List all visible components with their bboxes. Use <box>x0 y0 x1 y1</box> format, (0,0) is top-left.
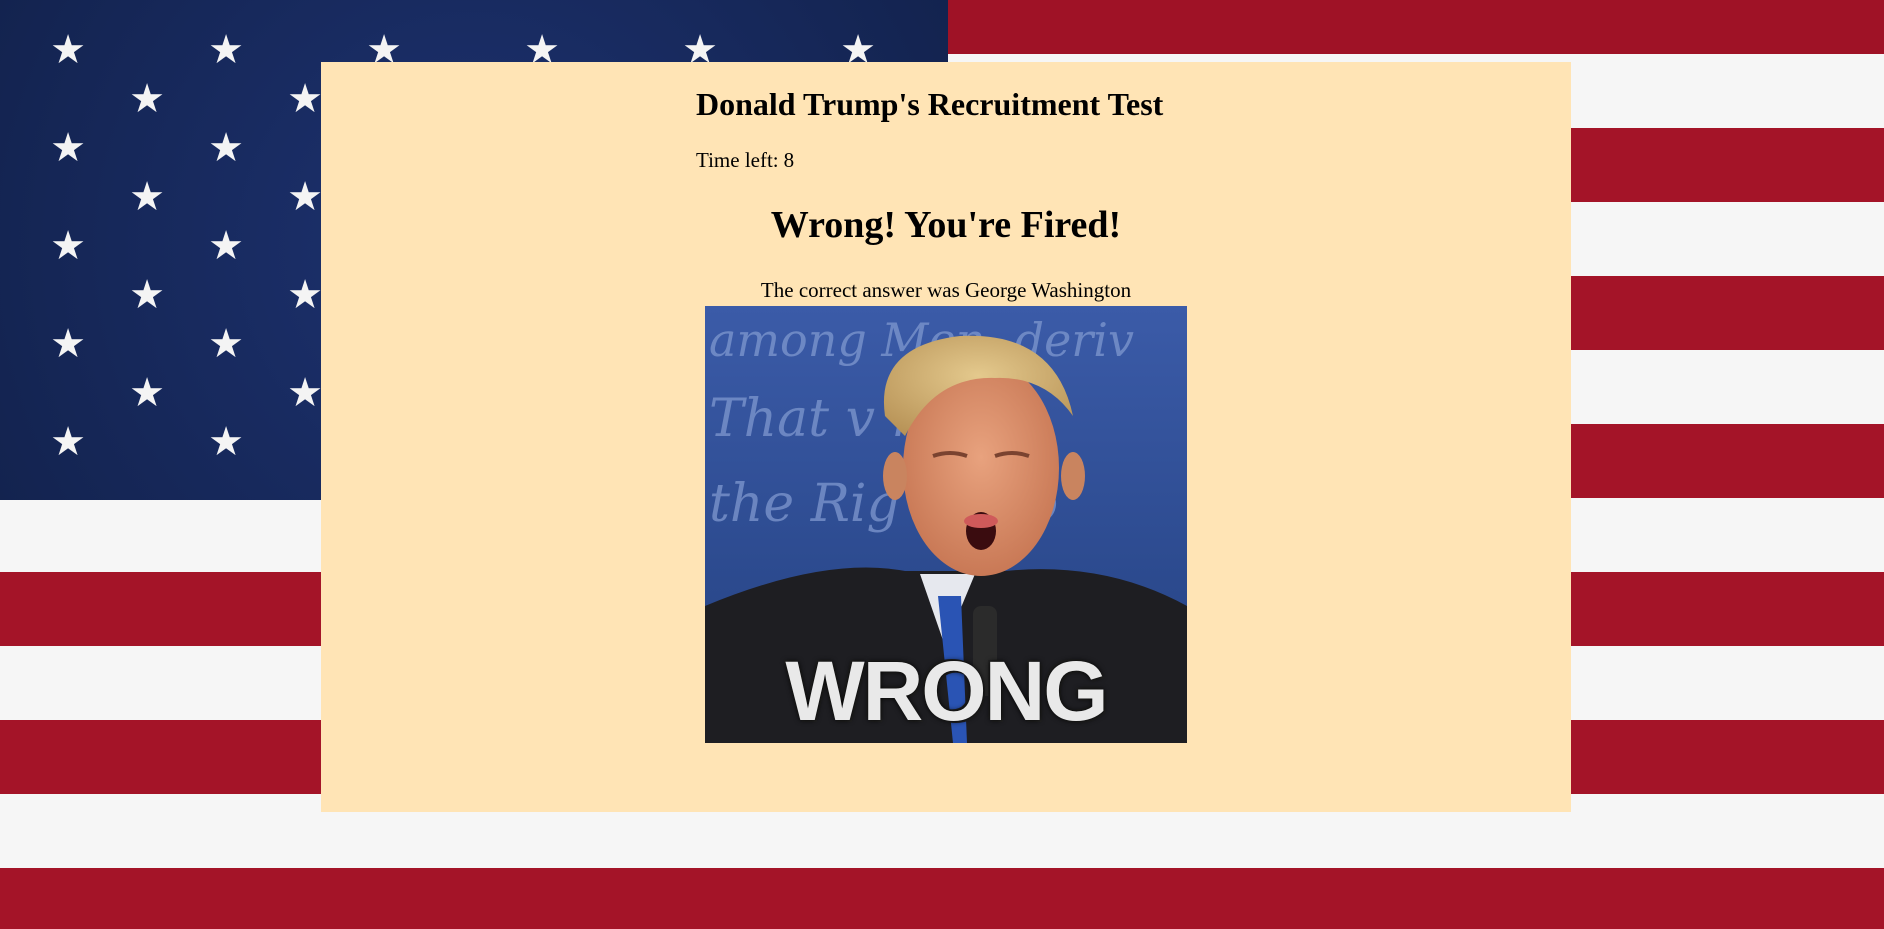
star-icon: ★ <box>287 76 323 122</box>
star-icon: ★ <box>208 321 244 367</box>
star-icon: ★ <box>287 174 323 220</box>
star-icon: ★ <box>50 321 86 367</box>
meme-caption: WRONG <box>785 644 1108 738</box>
star-icon: ★ <box>129 370 165 416</box>
page-title: Donald Trump's Recruitment Test <box>696 86 1164 122</box>
star-icon: ★ <box>287 272 323 318</box>
correct-answer-text: The correct answer was George Washington <box>760 278 1132 302</box>
timer: Time left: 8 <box>696 148 794 173</box>
star-icon: ★ <box>50 125 86 171</box>
star-icon: ★ <box>208 125 244 171</box>
timer-label: Time left: <box>696 148 779 172</box>
star-icon: ★ <box>287 370 323 416</box>
star-icon: ★ <box>129 272 165 318</box>
star-icon: ★ <box>208 419 244 465</box>
star-icon: ★ <box>129 76 165 122</box>
star-icon: ★ <box>50 223 86 269</box>
result-heading: Wrong! You're Fired! <box>770 204 1122 246</box>
wrong-meme-image: among Men, deriv That v r an the Rig e P… <box>705 306 1187 743</box>
star-icon: ★ <box>208 223 244 269</box>
star-icon: ★ <box>50 419 86 465</box>
star-icon: ★ <box>50 27 86 73</box>
star-icon: ★ <box>208 27 244 73</box>
star-icon: ★ <box>129 174 165 220</box>
timer-value: 8 <box>783 148 795 172</box>
